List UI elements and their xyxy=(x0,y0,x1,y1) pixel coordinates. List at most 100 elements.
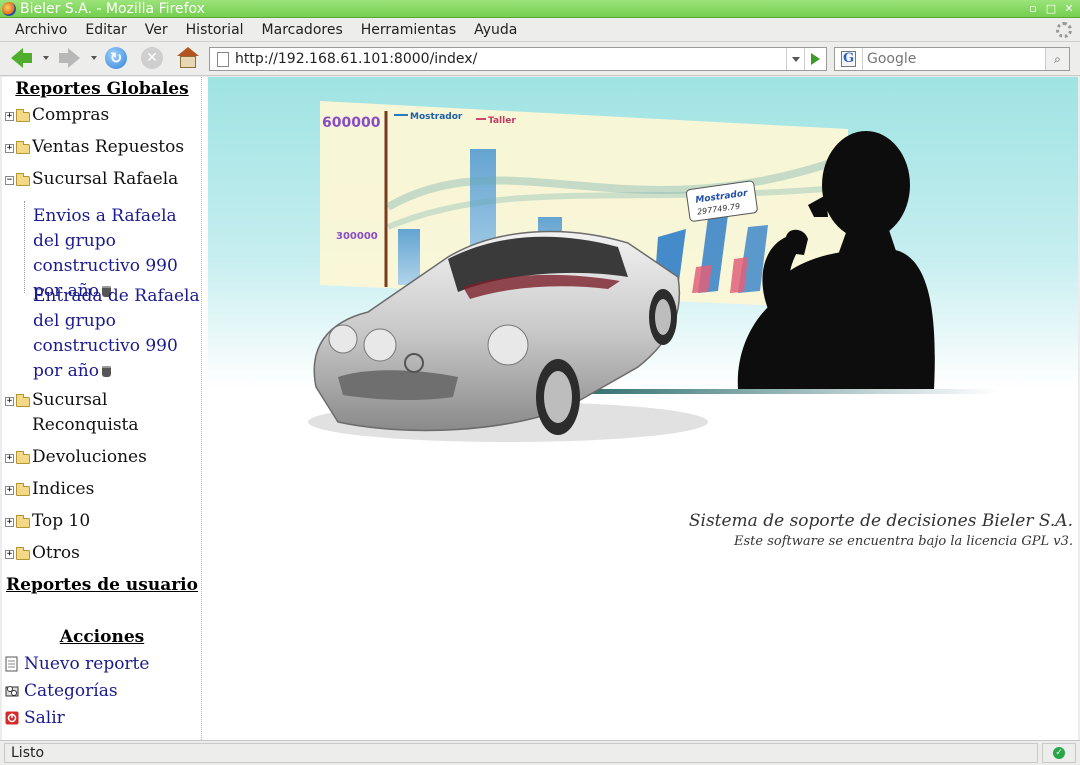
navigation-toolbar: ↻ ✕ http://192.168.61.101:8000/index/ G … xyxy=(0,42,1080,76)
folder-icon xyxy=(16,109,30,122)
tree-item-ventas-repuestos[interactable]: + Ventas Repuestos xyxy=(5,137,184,160)
system-name-text: Sistema de soporte de decisiones Bieler … xyxy=(688,511,1073,531)
tree-item-sucursal-reconquista[interactable]: + Sucursal Reconquista xyxy=(5,390,175,438)
back-history-dropdown-icon[interactable] xyxy=(43,56,49,60)
minimize-icon[interactable]: ▫ xyxy=(1026,2,1040,16)
categories-link[interactable]: Categorías xyxy=(24,681,118,701)
folder-icon xyxy=(16,141,30,154)
chart-legend-taller: Taller xyxy=(488,116,516,126)
reload-icon: ↻ xyxy=(105,47,127,69)
tree-item-indices[interactable]: + Indices xyxy=(5,479,94,502)
menu-herramientas[interactable]: Herramientas xyxy=(352,22,465,38)
forward-arrow-icon xyxy=(67,48,80,68)
menu-editar[interactable]: Editar xyxy=(76,22,135,38)
statusbar: Listo ✓ xyxy=(0,740,1080,765)
reload-button[interactable]: ↻ xyxy=(104,46,128,70)
actions-heading: Acciones xyxy=(59,627,145,647)
floor-line xyxy=(568,389,998,394)
open-folder-icon xyxy=(16,173,30,186)
maximize-icon[interactable]: □ xyxy=(1044,2,1058,16)
status-text: Listo xyxy=(4,743,1038,763)
back-button[interactable] xyxy=(8,46,34,70)
footer-tagline: Sistema de soporte de decisiones Bieler … xyxy=(689,511,1073,549)
subtree-guide xyxy=(24,201,25,293)
close-icon[interactable]: ✕ xyxy=(1062,2,1076,16)
expand-icon[interactable]: + xyxy=(5,454,14,463)
tree-item-sucursal-rafaela[interactable]: − Sucursal Rafaela xyxy=(5,169,178,192)
global-reports-heading[interactable]: Reportes Globales xyxy=(2,79,202,99)
collapse-icon[interactable]: − xyxy=(5,176,14,185)
exit-link[interactable]: Salir xyxy=(24,708,65,728)
menu-marcadores[interactable]: Marcadores xyxy=(253,22,352,38)
firefox-icon xyxy=(2,2,16,16)
url-history-dropdown[interactable] xyxy=(786,48,804,70)
tree-item-label[interactable]: Top 10 xyxy=(32,509,90,534)
chart-legend-mostrador: Mostrador xyxy=(410,112,463,122)
page-icon xyxy=(217,51,229,67)
throbber-icon xyxy=(1056,22,1072,38)
categories-action[interactable]: Categorías xyxy=(5,681,118,701)
sidebar: Reportes Globales + Compras + Ventas Rep… xyxy=(2,77,202,740)
license-text: Este software se encuentra bajo la licen… xyxy=(734,534,1073,549)
security-indicator[interactable]: ✓ xyxy=(1042,743,1076,763)
chart-tick-300000: 300000 xyxy=(336,231,378,242)
categories-icon xyxy=(5,686,19,697)
banner-image: Mostrador Taller 600000 300000 Mostrador… xyxy=(208,77,1078,477)
home-button[interactable] xyxy=(176,46,200,70)
tree-item-label[interactable]: Devoluciones xyxy=(32,445,147,470)
tree-item-label[interactable]: Sucursal Reconquista xyxy=(32,388,139,438)
stop-icon: ✕ xyxy=(141,47,163,69)
exit-icon xyxy=(5,711,19,725)
tree-item-label[interactable]: Sucursal Rafaela xyxy=(32,167,178,192)
search-engine-selector[interactable]: G xyxy=(835,48,863,70)
go-button[interactable] xyxy=(804,48,826,70)
expand-icon[interactable]: + xyxy=(5,550,14,559)
go-arrow-icon xyxy=(811,53,820,65)
menubar: Archivo Editar Ver Historial Marcadores … xyxy=(0,18,1080,42)
new-report-action[interactable]: Nuevo reporte xyxy=(5,654,149,674)
menu-ayuda[interactable]: Ayuda xyxy=(465,22,526,38)
window-titlebar: Bieler S.A. - Mozilla Firefox ▫ □ ✕ xyxy=(0,0,1080,18)
chevron-down-icon xyxy=(791,56,800,62)
report-link-label[interactable]: Entrada de Rafaela del grupo constructiv… xyxy=(33,286,200,381)
stop-button[interactable]: ✕ xyxy=(140,46,164,70)
back-arrow-icon xyxy=(10,48,23,68)
exit-action[interactable]: Salir xyxy=(5,708,65,728)
expand-icon[interactable]: + xyxy=(5,112,14,121)
search-input[interactable] xyxy=(863,51,1045,67)
home-icon xyxy=(177,47,199,56)
delete-icon[interactable] xyxy=(101,366,111,377)
expand-icon[interactable]: + xyxy=(5,486,14,495)
tree-item-otros[interactable]: + Otros xyxy=(5,543,80,566)
menu-ver[interactable]: Ver xyxy=(136,22,177,38)
search-button[interactable]: ⌕ xyxy=(1045,48,1069,70)
expand-icon[interactable]: + xyxy=(5,144,14,153)
tree-item-label[interactable]: Ventas Repuestos xyxy=(32,135,184,160)
new-document-icon xyxy=(5,656,18,672)
expand-icon[interactable]: + xyxy=(5,518,14,527)
tree-item-label[interactable]: Compras xyxy=(32,103,109,128)
magnifier-icon: ⌕ xyxy=(1054,51,1061,66)
menu-archivo[interactable]: Archivo xyxy=(6,22,76,38)
menu-historial[interactable]: Historial xyxy=(177,22,253,38)
chart-tick-600000: 600000 xyxy=(322,115,381,131)
tree-item-devoluciones[interactable]: + Devoluciones xyxy=(5,447,147,470)
folder-icon xyxy=(16,394,30,407)
window-title: Bieler S.A. - Mozilla Firefox xyxy=(20,1,205,17)
tree-item-label[interactable]: Otros xyxy=(32,541,80,566)
report-link-entrada-rafaela[interactable]: Entrada de Rafaela del grupo constructiv… xyxy=(33,284,203,384)
page-content: Reportes Globales + Compras + Ventas Rep… xyxy=(2,77,1078,740)
folder-icon xyxy=(16,451,30,464)
checkmark-icon: ✓ xyxy=(1053,747,1065,759)
tree-item-top-10[interactable]: + Top 10 xyxy=(5,511,90,534)
forward-button[interactable] xyxy=(56,46,82,70)
tree-item-label[interactable]: Indices xyxy=(32,477,94,502)
folder-icon xyxy=(16,483,30,496)
expand-icon[interactable]: + xyxy=(5,397,14,406)
url-bar[interactable]: http://192.168.61.101:8000/index/ xyxy=(209,47,827,71)
new-report-link[interactable]: Nuevo reporte xyxy=(24,654,149,674)
tree-item-compras[interactable]: + Compras xyxy=(5,105,109,128)
url-text[interactable]: http://192.168.61.101:8000/index/ xyxy=(235,51,786,67)
user-reports-heading[interactable]: Reportes de usuario xyxy=(2,575,202,595)
forward-history-dropdown-icon[interactable] xyxy=(91,56,97,60)
